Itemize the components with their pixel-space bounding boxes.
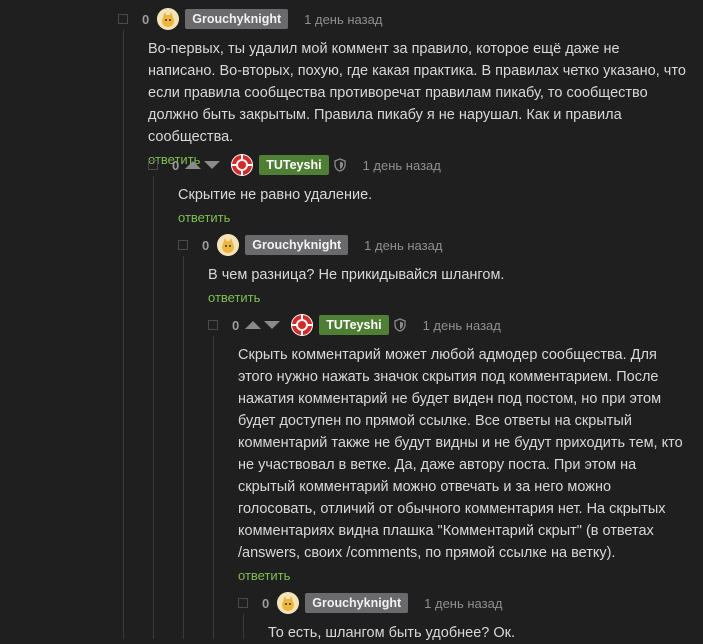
thread-line [153,176,154,639]
shield-icon [333,158,347,172]
comment-header: 0 TUTeyshi 1 день назад [208,314,688,336]
comment-rating: 0 [172,157,180,173]
poker-chip-avatar-icon[interactable] [231,154,254,176]
author-badge[interactable]: Grouchyknight [245,235,349,255]
comment-text: Скрыть комментарий может любой адмодер с… [238,347,683,561]
author-badge[interactable]: TUTeyshi [259,155,329,175]
comment-time[interactable]: 1 день назад [423,318,501,333]
author-badge[interactable]: Grouchyknight [305,593,409,613]
comment: 0 Grouchyknight 1 день назад Во-первых, … [118,8,688,169]
reply-link[interactable]: ответить [178,210,230,225]
vote-controls [245,321,283,329]
cat-avatar-icon[interactable] [277,592,300,614]
comment: 0 TUTeyshi 1 день назад Скрытие не равно… [148,154,688,227]
collapse-square-icon[interactable] [238,598,248,608]
downvote-arrow-icon[interactable] [264,321,281,329]
comment-text: То есть, шлангом быть удобнее? Ок. [268,625,516,641]
vote-controls [185,161,223,169]
comment-header: 0 Grouchyknight 1 день назад [238,592,688,614]
comment-text: Скрытие не равно удаление. [178,187,373,203]
collapse-square-icon[interactable] [148,160,158,170]
shield-icon [393,318,407,332]
comment-time[interactable]: 1 день назад [424,596,502,611]
comment-rating: 0 [232,317,240,333]
collapse-square-icon[interactable] [208,320,218,330]
thread-line [183,256,184,639]
author-badge[interactable]: Grouchyknight [185,9,289,29]
comment-text: Во-первых, ты удалил мой коммент за прав… [148,41,686,145]
upvote-arrow-icon[interactable] [245,321,262,329]
comment: 0 TUTeyshi 1 день назад Скрыть комментар… [208,314,688,585]
comment-rating: 0 [142,11,150,27]
comment: 0 Grouchyknight 1 день назад То есть, шл… [238,592,688,644]
comment-header: 0 TUTeyshi 1 день назад [148,154,688,176]
collapse-square-icon[interactable] [178,240,188,250]
author-badge[interactable]: TUTeyshi [319,315,389,335]
reply-link[interactable]: ответить [208,290,260,305]
collapse-square-icon[interactable] [118,14,128,24]
comment-text: В чем разница? Не прикидывайся шлангом. [208,267,505,283]
comment-time[interactable]: 1 день назад [364,238,442,253]
cat-avatar-icon[interactable] [157,8,180,30]
comment-rating: 0 [262,595,270,611]
downvote-arrow-icon[interactable] [204,161,221,169]
comment-time[interactable]: 1 день назад [363,158,441,173]
upvote-arrow-icon[interactable] [185,161,202,169]
reply-link[interactable]: ответить [238,568,290,583]
comment: 0 Grouchyknight 1 день назад В чем разни… [178,234,688,307]
comment-header: 0 Grouchyknight 1 день назад [118,8,688,30]
comment-header: 0 Grouchyknight 1 день назад [178,234,688,256]
poker-chip-avatar-icon[interactable] [291,314,314,336]
cat-avatar-icon[interactable] [217,234,240,256]
comment-rating: 0 [202,237,210,253]
comment-time[interactable]: 1 день назад [304,12,382,27]
